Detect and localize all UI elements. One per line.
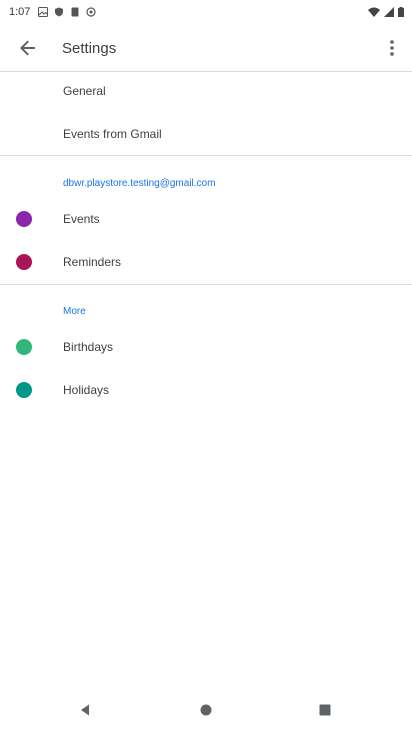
battery-icon: [398, 7, 404, 17]
nav-back-icon: [81, 704, 89, 716]
nav-back-button[interactable]: [61, 688, 109, 732]
wifi-icon: [368, 7, 380, 17]
shield-icon: [55, 7, 64, 17]
sync-icon: [86, 7, 97, 17]
status-time: 1:07: [9, 6, 31, 18]
section-divider: [0, 155, 412, 156]
calendar-color-dot: [16, 382, 32, 398]
calendar-item-birthdays[interactable]: Birthdays: [0, 326, 412, 368]
settings-item-events-from-gmail[interactable]: Events from Gmail: [0, 113, 412, 155]
nav-home-icon: [200, 704, 212, 716]
calendar-item-reminders[interactable]: Reminders: [0, 241, 412, 283]
signal-icon: [384, 7, 394, 17]
nav-recents-button[interactable]: [301, 688, 349, 732]
status-bar: 1:07: [0, 0, 412, 24]
calendar-item-label: Events: [63, 212, 100, 226]
settings-item-label: General: [63, 84, 106, 98]
settings-item-label: Events from Gmail: [63, 127, 162, 141]
calendar-color-dot: [16, 339, 32, 355]
calendar-color-dot: [16, 254, 32, 270]
app-bar: Settings: [0, 24, 412, 72]
calendar-item-holidays[interactable]: Holidays: [0, 369, 412, 411]
nav-home-button[interactable]: [182, 688, 230, 732]
calendar-item-events[interactable]: Events: [0, 198, 412, 240]
more-section-header: More: [63, 306, 86, 317]
storage-icon: [71, 7, 79, 17]
nav-recents-icon: [319, 704, 331, 716]
calendar-item-label: Birthdays: [63, 340, 114, 354]
calendar-item-label: Holidays: [63, 383, 110, 397]
page-title: Settings: [62, 39, 117, 57]
system-icons: [368, 7, 404, 17]
back-button[interactable]: [0, 24, 56, 72]
settings-item-general[interactable]: General: [0, 70, 412, 112]
calendar-item-label: Reminders: [63, 255, 122, 269]
notification-icons: [38, 7, 97, 17]
calendar-color-dot: [16, 211, 32, 227]
back-arrow-icon: [20, 40, 35, 56]
overflow-menu-button[interactable]: [372, 24, 412, 72]
gallery-icon: [38, 7, 49, 17]
section-divider: [0, 284, 412, 285]
more-vert-icon: [390, 40, 394, 56]
system-nav-bar: [0, 688, 412, 732]
account-email-header: dbwr.playstore.testing@gmail.com: [63, 178, 216, 189]
